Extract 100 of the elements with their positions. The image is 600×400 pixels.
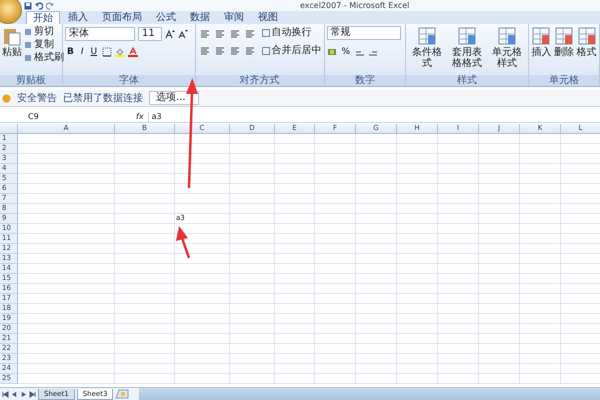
ribbon-button[interactable]: 复制 xyxy=(24,39,64,51)
align-icon[interactable] xyxy=(200,46,210,56)
last-sheet-icon[interactable] xyxy=(29,390,36,398)
font-style-button[interactable]: U xyxy=(88,46,100,58)
table-cell xyxy=(438,264,479,274)
ribbon-tab[interactable]: 数据 xyxy=(184,11,216,24)
table-cell xyxy=(115,154,175,164)
table-cell xyxy=(479,144,520,154)
table-cell xyxy=(479,164,520,174)
previous-sheet-icon[interactable] xyxy=(11,390,18,398)
ribbon-tab[interactable]: 页面布局 xyxy=(96,11,148,24)
table-cell xyxy=(438,284,479,294)
security-message: 已禁用了数据连接 xyxy=(63,92,143,105)
percent-button[interactable]: % xyxy=(340,46,352,58)
font-color-icon[interactable] xyxy=(128,47,138,57)
table-cell xyxy=(275,304,315,314)
first-sheet-icon[interactable] xyxy=(2,390,9,398)
table-cell xyxy=(175,324,230,334)
ribbon-button[interactable]: 单元格样式 xyxy=(488,26,526,69)
table-cell xyxy=(479,244,520,254)
align-icon[interactable] xyxy=(230,29,240,39)
ribbon-button[interactable]: 条件格式 xyxy=(408,26,446,69)
border-icon[interactable] xyxy=(102,47,112,57)
font-name-field[interactable]: 宋体 xyxy=(65,27,135,41)
table-cell xyxy=(356,204,397,214)
insert-function-button[interactable]: fx xyxy=(102,112,144,121)
currency-icon[interactable] xyxy=(326,47,337,57)
table-cell xyxy=(397,224,438,234)
table-cell xyxy=(230,174,275,184)
table-cell xyxy=(397,144,438,154)
font-size-field[interactable]: 11 xyxy=(138,27,162,41)
table-cell xyxy=(397,364,438,374)
table-cell xyxy=(520,154,561,164)
table-cell xyxy=(275,214,315,224)
fill-color-icon[interactable] xyxy=(115,47,126,57)
table-cell xyxy=(438,314,479,324)
ribbon-button[interactable]: 剪切 xyxy=(24,26,64,38)
align-icon[interactable] xyxy=(230,46,240,56)
table-cell xyxy=(438,254,479,264)
options-button[interactable]: 选项... xyxy=(149,91,199,105)
paste-button[interactable]: 粘贴 xyxy=(2,26,22,58)
table-cell xyxy=(315,194,356,204)
table-cell xyxy=(356,344,397,354)
table-cell xyxy=(315,224,356,234)
table-cell xyxy=(479,284,520,294)
horizontal-scrollbar[interactable] xyxy=(139,388,600,400)
ribbon-button[interactable]: 套用表格格式 xyxy=(448,26,486,69)
table-cell xyxy=(397,354,438,364)
redo-icon[interactable] xyxy=(46,2,54,10)
group-label: 数字 xyxy=(324,75,405,86)
table-cell xyxy=(275,324,315,334)
ribbon-tab[interactable]: 公式 xyxy=(150,11,182,24)
save-icon[interactable] xyxy=(24,2,32,10)
ribbon-tab[interactable]: 开始 xyxy=(26,11,60,24)
ribbon-button[interactable]: 格式刷 xyxy=(24,52,64,64)
number-format-field[interactable]: 常规 xyxy=(326,26,401,40)
align-icon[interactable] xyxy=(244,46,255,56)
table-cell xyxy=(520,304,561,314)
ribbon-tab[interactable]: 插入 xyxy=(62,11,94,24)
security-warning-title: 安全警告 xyxy=(17,92,57,105)
align-icon[interactable] xyxy=(244,29,255,39)
table-cell xyxy=(230,214,275,224)
table-cell xyxy=(275,264,315,274)
next-sheet-icon[interactable] xyxy=(20,390,27,398)
grow-font-icon[interactable] xyxy=(165,29,175,39)
table-cell xyxy=(175,184,230,194)
table-cell xyxy=(275,224,315,234)
formula-input[interactable]: a3 xyxy=(148,112,600,122)
ribbon-button[interactable]: 自动换行 xyxy=(262,27,322,39)
table-cell xyxy=(520,214,561,224)
font-style-button[interactable]: I xyxy=(78,46,86,58)
ribbon-button[interactable]: 格式 xyxy=(576,26,598,58)
undo-icon[interactable] xyxy=(35,2,43,10)
table-cell xyxy=(115,164,175,174)
align-icon[interactable] xyxy=(214,29,225,39)
table-cell xyxy=(230,274,275,284)
ribbon-button[interactable]: 插入 xyxy=(531,26,552,58)
table-cell xyxy=(275,134,315,144)
table-cell xyxy=(397,304,438,314)
table-cell xyxy=(175,154,230,164)
table-cell xyxy=(438,234,479,244)
font-style-button[interactable]: B xyxy=(65,46,76,58)
table-cell xyxy=(230,254,275,264)
table-cell xyxy=(115,274,175,284)
shrink-font-icon[interactable] xyxy=(178,29,188,39)
table-cell xyxy=(230,194,275,204)
ribbon-button[interactable]: 合并后居中 xyxy=(262,45,322,57)
table-cell xyxy=(275,174,315,184)
table-cell xyxy=(520,184,561,194)
align-icon[interactable] xyxy=(214,46,225,56)
align-icon[interactable] xyxy=(200,29,210,39)
table-cell xyxy=(479,274,520,284)
table-cell xyxy=(315,304,356,314)
ribbon-button[interactable]: 删除 xyxy=(554,26,574,58)
table-cell xyxy=(275,374,315,384)
ribbon-tab[interactable]: 视图 xyxy=(252,11,284,24)
ribbon-tab[interactable]: 审阅 xyxy=(218,11,250,24)
table-cell xyxy=(479,314,520,324)
table-cell xyxy=(230,184,275,194)
table-cell xyxy=(397,344,438,354)
